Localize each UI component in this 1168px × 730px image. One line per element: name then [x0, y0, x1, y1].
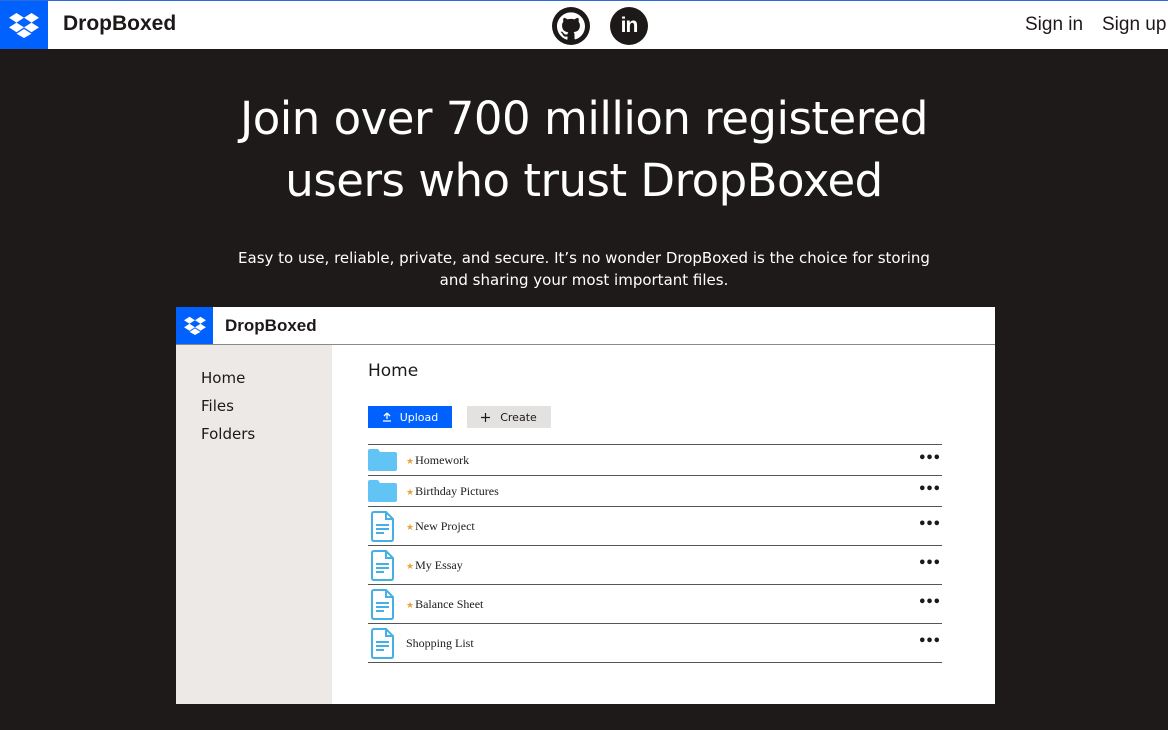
- document-icon: [371, 628, 394, 659]
- star-icon: ★: [406, 600, 415, 610]
- file-name-text: Shopping List: [406, 636, 474, 650]
- top-navbar: DropBoxed in Sign in Sign up: [0, 0, 1168, 49]
- hero-title-line-1: Join over 700 million registered: [240, 92, 928, 145]
- file-name: ★Balance Sheet: [406, 597, 483, 612]
- sidebar-item-files[interactable]: Files: [201, 397, 234, 415]
- dropbox-logo-icon[interactable]: [0, 1, 48, 49]
- star-icon: ★: [406, 561, 415, 571]
- create-button-label: Create: [500, 410, 537, 424]
- more-options-button[interactable]: •••: [918, 451, 941, 466]
- more-options-button[interactable]: •••: [918, 556, 941, 571]
- folder-icon: [368, 449, 397, 471]
- sign-up-link[interactable]: Sign up: [1102, 14, 1166, 36]
- more-options-button[interactable]: •••: [918, 595, 941, 610]
- preview-main: Home Upload Create ★Homework ••• ★Birthd…: [332, 345, 995, 704]
- document-icon: [371, 589, 394, 620]
- github-icon[interactable]: [552, 7, 590, 45]
- upload-button-label: Upload: [399, 410, 439, 424]
- file-name-text: My Essay: [415, 558, 463, 572]
- more-options-button[interactable]: •••: [918, 634, 941, 649]
- hero-subtitle: Easy to use, reliable, private, and secu…: [238, 249, 930, 289]
- hero-title: Join over 700 million registered users w…: [0, 88, 1168, 212]
- hero-title-line-2: users who trust DropBoxed: [285, 154, 883, 207]
- create-button[interactable]: Create: [467, 406, 551, 428]
- linkedin-icon[interactable]: in: [610, 7, 648, 45]
- folder-icon: [368, 480, 397, 502]
- preview-brand-name: DropBoxed: [225, 316, 317, 335]
- preview-dropbox-logo-icon: [176, 307, 213, 344]
- preview-header: DropBoxed: [176, 307, 995, 345]
- linkedin-icon-text: in: [620, 14, 639, 37]
- more-options-button[interactable]: •••: [918, 517, 941, 532]
- file-name: Shopping List: [406, 636, 474, 651]
- page-title: Home: [368, 361, 419, 381]
- app-preview: DropBoxed Home Files Folders Home Upload…: [176, 307, 995, 704]
- plus-icon: [481, 412, 491, 422]
- more-options-button[interactable]: •••: [918, 482, 941, 497]
- star-icon: ★: [406, 487, 415, 497]
- file-row-shopping-list[interactable]: Shopping List •••: [368, 624, 942, 663]
- sidebar-item-home[interactable]: Home: [201, 369, 245, 387]
- upload-button[interactable]: Upload: [368, 406, 452, 428]
- document-icon: [371, 550, 394, 581]
- file-name-text: Birthday Pictures: [415, 484, 499, 498]
- file-row-homework[interactable]: ★Homework •••: [368, 445, 942, 476]
- file-row-new-project[interactable]: ★New Project •••: [368, 507, 942, 546]
- sidebar-item-folders[interactable]: Folders: [201, 425, 255, 443]
- star-icon: ★: [406, 522, 415, 532]
- file-row-birthday-pictures[interactable]: ★Birthday Pictures •••: [368, 476, 942, 507]
- file-name-text: Homework: [415, 453, 470, 467]
- file-name-text: Balance Sheet: [415, 597, 484, 611]
- sign-in-link[interactable]: Sign in: [1025, 14, 1083, 36]
- upload-icon: [382, 412, 391, 422]
- file-list: ★Homework ••• ★Birthday Pictures ••• ★Ne…: [368, 444, 942, 663]
- file-name: ★Homework: [406, 453, 469, 468]
- brand-name[interactable]: DropBoxed: [63, 12, 176, 36]
- file-name: ★Birthday Pictures: [406, 484, 499, 499]
- file-name: ★New Project: [406, 519, 475, 534]
- file-name: ★My Essay: [406, 558, 463, 573]
- file-row-balance-sheet[interactable]: ★Balance Sheet •••: [368, 585, 942, 624]
- star-icon: ★: [406, 456, 415, 466]
- document-icon: [371, 511, 394, 542]
- file-name-text: New Project: [415, 519, 475, 533]
- file-row-my-essay[interactable]: ★My Essay •••: [368, 546, 942, 585]
- preview-sidebar: Home Files Folders: [176, 345, 332, 704]
